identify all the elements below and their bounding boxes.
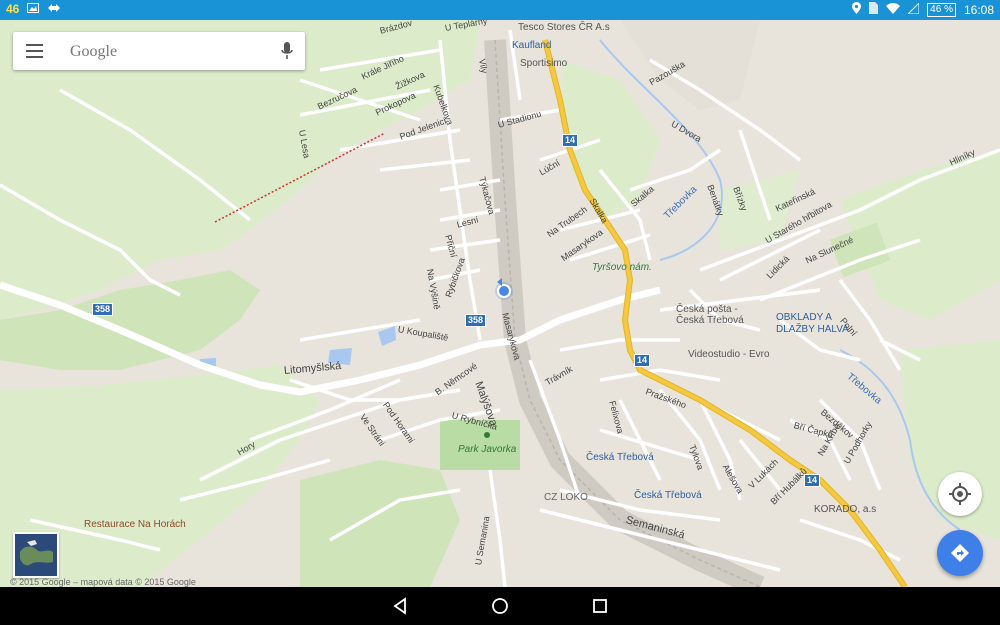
- battery-indicator: 46 %: [927, 2, 956, 17]
- signal-icon: [906, 1, 920, 17]
- poi-label-korado[interactable]: KORADO, a.s: [814, 504, 876, 515]
- poi-label-kaufland[interactable]: Kaufland: [512, 40, 551, 51]
- navigation-bar: [0, 587, 1000, 625]
- poi-label-czloko[interactable]: CZ LOKO: [544, 492, 588, 503]
- arrows-notification-icon: [47, 2, 61, 16]
- search-input[interactable]: [68, 40, 272, 64]
- poi-label-station[interactable]: Česká Třebová: [586, 452, 654, 463]
- road-shield: 14: [562, 134, 579, 147]
- status-bar: 46 46 % 16:08: [0, 0, 1000, 20]
- satellite-view-toggle[interactable]: [13, 532, 59, 578]
- earth-icon: [15, 534, 57, 576]
- back-icon[interactable]: [389, 595, 411, 617]
- my-location-button[interactable]: [938, 472, 982, 516]
- road-shield: 14: [804, 474, 821, 487]
- hamburger-menu-icon[interactable]: [26, 44, 43, 58]
- map-canvas: [0, 20, 1000, 587]
- recent-apps-icon[interactable]: [589, 595, 611, 617]
- road-shield: 358: [92, 303, 114, 316]
- place-label-tyrsovo: Tyršovo nám.: [592, 262, 652, 273]
- poi-label-obklady[interactable]: OBKLADY A DLAŽBY HALVA: [776, 312, 856, 336]
- search-box[interactable]: [13, 32, 305, 70]
- poi-label-restaurace[interactable]: Restaurace Na Horách: [84, 519, 186, 530]
- road-shield: 14: [634, 354, 651, 367]
- poi-label-posta[interactable]: Česká pošta - Česká Třebová: [676, 304, 746, 326]
- poi-label-sportisimo[interactable]: Sportisimo: [520, 58, 567, 69]
- poi-label-tesco[interactable]: Tesco Stores ČR A.s: [518, 22, 610, 33]
- microphone-icon[interactable]: [281, 42, 293, 65]
- my-location-icon: [949, 483, 971, 505]
- image-notification-icon: [27, 2, 40, 16]
- road-shield: 358: [465, 314, 487, 327]
- map-view[interactable]: Brázdov U Teplárny Kubelkova Vily Krále …: [0, 20, 1000, 587]
- poi-label-videostudio[interactable]: Videostudio - Evro: [688, 349, 770, 360]
- wifi-icon: [886, 2, 901, 17]
- home-icon[interactable]: [489, 595, 511, 617]
- directions-icon: [951, 544, 969, 562]
- clock: 16:08: [963, 2, 994, 17]
- location-pin-icon: [852, 2, 862, 17]
- place-label-park-javorka[interactable]: Park Javorka: [458, 444, 516, 455]
- poi-label-station[interactable]: Česká Třebová: [634, 490, 702, 501]
- file-icon: [869, 2, 879, 17]
- notification-count: 46: [6, 2, 20, 16]
- directions-button[interactable]: [937, 530, 983, 576]
- map-copyright: © 2015 Google – mapová data © 2015 Googl…: [10, 577, 196, 587]
